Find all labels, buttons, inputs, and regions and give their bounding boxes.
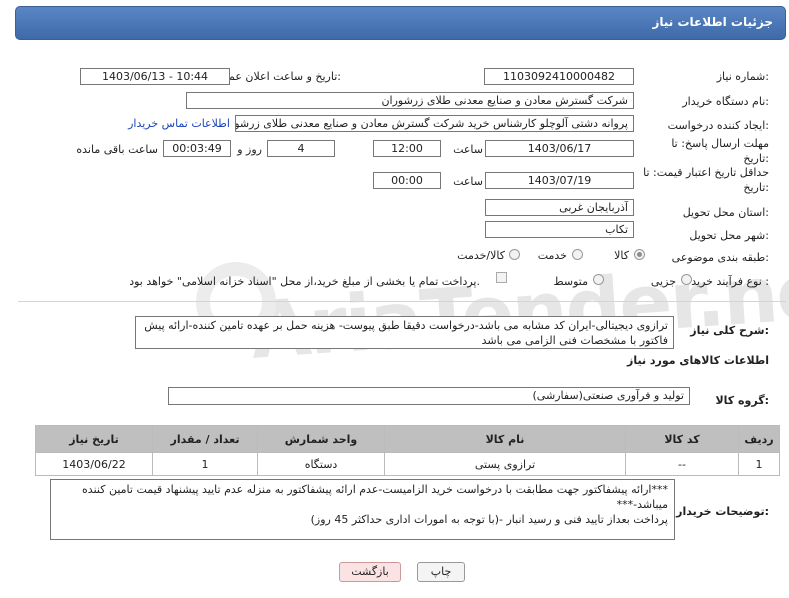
goods-group-field: تولید و فرآوری صنعتی(سفارشی) [168, 387, 690, 405]
requester-label: ایجاد کننده درخواست: [667, 119, 769, 132]
category-option-service: خدمت [537, 249, 567, 262]
buyer-notes-line1: ***ارائه پیشفاکتور جهت مطابقت با درخواست… [82, 483, 668, 511]
table-row: 1 -- ترازوی پستی دستگاه 1 1403/06/22 [35, 452, 780, 476]
page-title: جزئیات اطلاعات نیاز [652, 15, 773, 29]
buyer-org-field: شرکت گسترش معادن و صنایع معدنی طلای زرشو… [186, 92, 634, 109]
validity-date-label: تاریخ: [743, 181, 769, 194]
description-textarea[interactable]: ترازوی دیجیتالی-ایران کد مشابه می باشد-د… [135, 316, 674, 349]
table-header-row: ردیف کد کالا نام کالا واحد شمارش تعداد /… [35, 425, 780, 453]
deadline-date-label: تاریخ: [743, 152, 769, 165]
category-radio-both[interactable] [509, 249, 520, 260]
cell-name: ترازوی پستی [384, 452, 626, 476]
process-option-minor: جزیی [650, 275, 676, 288]
city-field: تکاب [485, 221, 634, 238]
goods-group-label: گروه کالا: [715, 394, 769, 407]
payment-note: پرداخت تمام یا بخشی از مبلغ خرید،از محل … [129, 275, 480, 288]
goods-table: ردیف کد کالا نام کالا واحد شمارش تعداد /… [35, 425, 780, 476]
requester-field: پروانه دشتی آلوچلو کارشناس خرید شرکت گست… [235, 115, 634, 132]
cell-row: 1 [738, 452, 780, 476]
process-radio-medium[interactable] [593, 274, 604, 285]
deadline-time-field: 12:00 [373, 140, 441, 157]
treasury-payment-checkbox[interactable] [496, 272, 507, 283]
category-option-goods: کالا [614, 249, 629, 262]
validity-time-field: 00:00 [373, 172, 441, 189]
back-button[interactable]: بازگشت [339, 562, 401, 582]
goods-section-title: اطلاعات کالاهای مورد نیاز [627, 354, 769, 367]
print-button[interactable]: چاپ [417, 562, 465, 582]
cell-code: -- [625, 452, 739, 476]
col-quantity: تعداد / مقدار [152, 425, 258, 453]
buyer-notes-label: توضیحات خریدار: [676, 505, 769, 518]
col-row: ردیف [738, 425, 780, 453]
cell-date: 1403/06/22 [35, 452, 153, 476]
col-date: تاریخ نیاز [35, 425, 153, 453]
category-radio-service[interactable] [572, 249, 583, 260]
col-code: کد کالا [625, 425, 739, 453]
time-remaining-field: 00:03:49 [163, 140, 231, 157]
process-radio-minor[interactable] [681, 274, 692, 285]
buyer-contact-link[interactable]: اطلاعات تماس خریدار [128, 117, 230, 130]
validity-date-field: 1403/07/19 [485, 172, 634, 189]
validity-label: حداقل تاریخ اعتبار قیمت: تا [643, 166, 769, 179]
category-option-both: کالا/خدمت [457, 249, 505, 262]
deadline-date-field: 1403/06/17 [485, 140, 634, 157]
category-label: طبقه بندی موضوعی: [671, 251, 769, 264]
process-option-medium: متوسط [553, 275, 588, 288]
col-name: نام کالا [384, 425, 626, 453]
city-label: شهر محل تحویل: [689, 229, 769, 242]
category-radio-goods[interactable] [634, 249, 645, 260]
buyer-notes-box: ***ارائه پیشفاکتور جهت مطابقت با درخواست… [50, 479, 675, 540]
cell-unit: دستگاه [257, 452, 385, 476]
time-remaining-label: ساعت باقی مانده [76, 143, 158, 156]
buyer-notes-line2: پرداخت بعداز تایید فنی و رسید انبار -(با… [310, 513, 668, 526]
need-number-field: 1103092410000482 [484, 68, 634, 85]
deadline-label: مهلت ارسال پاسخ: تا [671, 137, 769, 150]
process-label: نوع فرآیند خرید : [691, 275, 769, 288]
divider [18, 301, 786, 302]
buyer-org-label: نام دستگاه خریدار: [682, 95, 769, 108]
col-unit: واحد شمارش [257, 425, 385, 453]
cell-quantity: 1 [152, 452, 258, 476]
days-remaining-field: 4 [267, 140, 335, 157]
province-label: استان محل تحویل: [682, 206, 769, 219]
announce-field: 1403/06/13 - 10:44 [80, 68, 230, 85]
page-header: جزئیات اطلاعات نیاز [15, 6, 786, 40]
days-label: روز و [237, 143, 262, 156]
province-field: آذربایجان غربی [485, 199, 634, 216]
description-label: شرح کلی نیاز: [690, 324, 769, 337]
validity-time-label: ساعت [453, 175, 483, 188]
need-number-label: شماره نیاز: [716, 70, 769, 83]
deadline-time-label: ساعت [453, 143, 483, 156]
